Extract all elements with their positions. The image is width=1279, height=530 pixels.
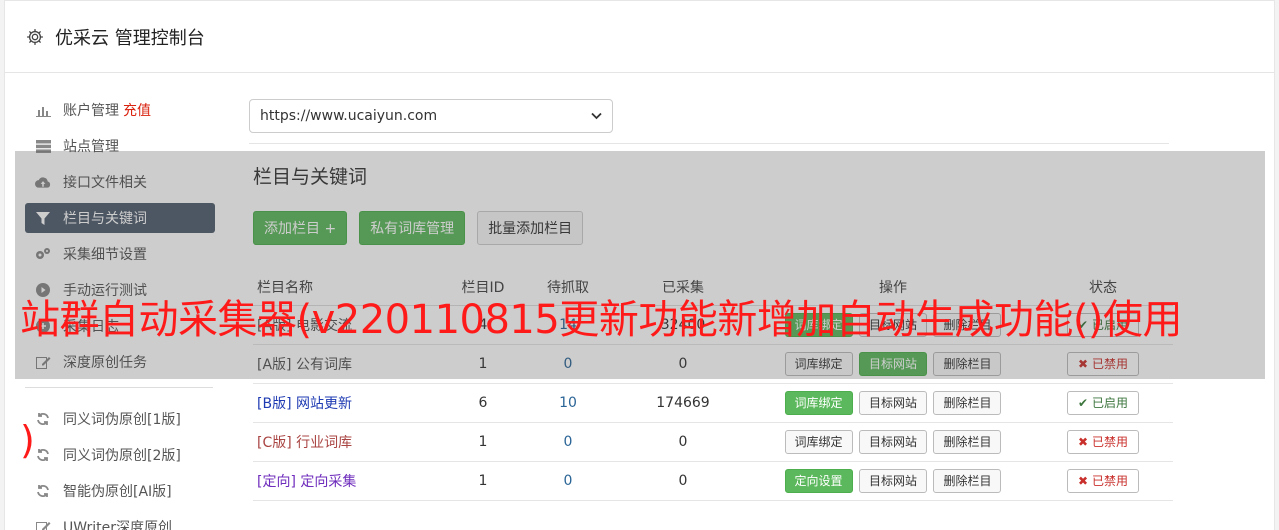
table-row: [B版] 网站更新 6 10 174669 词库绑定 目标网站 删除栏目 ✔ 已… <box>253 383 1173 423</box>
column-name-link[interactable]: [定向] 定向采集 <box>257 474 356 490</box>
site-select-value: https://www.ucaiyun.com <box>260 108 438 124</box>
site-select[interactable]: https://www.ucaiyun.com <box>249 99 613 133</box>
sidebar-item-account[interactable]: 账户管理 充值 <box>25 95 215 125</box>
sidebar-item-ai-original[interactable]: 智能伪原创[AI版] <box>25 476 215 506</box>
sidebar-divider <box>25 387 213 388</box>
table-row: [C版] 行业词库 1 0 0 词库绑定 目标网站 删除栏目 ✖ 已禁用 <box>253 422 1173 462</box>
refresh-icon <box>35 447 51 463</box>
delete-column-button[interactable]: 删除栏目 <box>933 468 1002 493</box>
lexicon-bind-button[interactable]: 词库绑定 <box>784 390 853 415</box>
check-icon: ✔ <box>1078 395 1089 410</box>
target-site-button[interactable]: 目标网站 <box>858 468 927 493</box>
divider <box>249 143 1169 144</box>
column-id: 1 <box>443 422 523 462</box>
status-toggle[interactable]: ✖ 已禁用 <box>1067 429 1139 454</box>
target-site-button[interactable]: 目标网站 <box>858 390 927 415</box>
table-row: [定向] 定向采集 1 0 0 定向设置 目标网站 删除栏目 ✖ 已禁用 <box>253 461 1173 501</box>
directed-settings-button[interactable]: 定向设置 <box>784 468 853 493</box>
gear-icon <box>27 28 43 45</box>
column-name-link[interactable]: [C版] 行业词库 <box>257 435 352 451</box>
collected-count: 174669 <box>613 383 753 423</box>
page-title: 优采云 管理控制台 <box>55 27 205 49</box>
delete-column-button[interactable]: 删除栏目 <box>933 390 1002 415</box>
collected-count: 0 <box>613 422 753 462</box>
status-label: 已禁用 <box>1091 473 1128 488</box>
banner-text-tail: ) <box>20 418 35 462</box>
chevron-down-icon <box>591 112 602 120</box>
sidebar-item-label: 智能伪原创[AI版] <box>63 484 172 500</box>
sidebar-item-label: 账户管理 <box>63 103 119 119</box>
sidebar-item-synonym-v1[interactable]: 同义词伪原创[1版] <box>25 404 215 434</box>
refresh-icon <box>35 483 51 499</box>
status-toggle[interactable]: ✖ 已禁用 <box>1067 468 1139 493</box>
close-icon: ✖ <box>1078 473 1089 488</box>
collected-count: 0 <box>613 461 753 501</box>
lexicon-bind-button[interactable]: 词库绑定 <box>784 429 853 454</box>
close-icon: ✖ <box>1078 434 1089 449</box>
delete-column-button[interactable]: 删除栏目 <box>933 429 1002 454</box>
pending-count-link[interactable]: 0 <box>564 434 573 450</box>
console-header: 优采云 管理控制台 <box>5 1 1274 73</box>
status-label: 已禁用 <box>1091 434 1128 449</box>
pending-count-link[interactable]: 0 <box>564 473 573 489</box>
status-label: 已启用 <box>1091 395 1128 410</box>
sidebar-item-synonym-v2[interactable]: 同义词伪原创[2版] <box>25 440 215 470</box>
pending-count-link[interactable]: 10 <box>559 395 577 411</box>
sidebar-item-uwriter[interactable]: UWriter深度原创 <box>25 512 215 530</box>
target-site-button[interactable]: 目标网站 <box>858 429 927 454</box>
status-toggle[interactable]: ✔ 已启用 <box>1067 390 1139 415</box>
edit-icon <box>35 519 51 530</box>
sidebar-item-label: 同义词伪原创[2版] <box>63 448 181 464</box>
bar-chart-icon <box>35 102 51 118</box>
recharge-link[interactable]: 充值 <box>123 100 151 120</box>
column-id: 1 <box>443 461 523 501</box>
column-name-link[interactable]: [B版] 网站更新 <box>257 396 352 412</box>
banner-text: 站群自动采集器(v220110815更新功能新增加自动生成功能()使用 <box>20 297 1183 343</box>
sidebar-item-label: 同义词伪原创[1版] <box>63 412 181 428</box>
column-id: 6 <box>443 383 523 423</box>
sidebar-item-label: UWriter深度原创 <box>63 520 172 530</box>
refresh-icon <box>35 411 51 427</box>
